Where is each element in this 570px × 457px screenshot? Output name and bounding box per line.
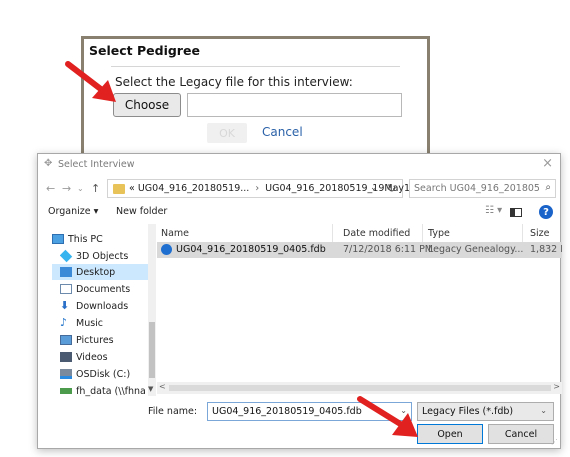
sidebar-item-label: Videos xyxy=(76,351,108,363)
divider xyxy=(111,66,400,67)
chevron-down-icon[interactable]: ⌄ xyxy=(370,183,378,193)
up-arrow-icon[interactable]: ↑ xyxy=(91,182,100,195)
chevron-down-icon: ⌄ xyxy=(540,406,547,415)
file-list: ^ Name Date modified Type Size UG04_916_… xyxy=(157,224,562,396)
column-header-type[interactable]: Type xyxy=(428,224,523,242)
close-icon[interactable]: × xyxy=(542,156,553,171)
column-label: Name xyxy=(161,228,190,239)
sidebar-item-label: This PC xyxy=(68,233,103,245)
sidebar-item-desktop[interactable]: Desktop xyxy=(52,264,148,280)
overflow-chevron[interactable]: « xyxy=(129,183,135,194)
select-pedigree-dialog: Select Pedigree Select the Legacy file f… xyxy=(81,36,430,162)
help-icon[interactable]: ? xyxy=(539,205,553,219)
scroll-right-arrow-icon[interactable]: > xyxy=(553,382,560,391)
column-header-size[interactable]: Size xyxy=(530,224,562,242)
select-interview-dialog: ✥ Select Interview × ← → ⌄ ↑ « UG04_916_… xyxy=(37,153,562,449)
desktop-icon xyxy=(60,267,72,277)
network-drive-icon xyxy=(60,388,72,394)
forward-arrow-icon[interactable]: → xyxy=(62,182,71,195)
computer-icon xyxy=(52,234,64,244)
sidebar-item-label: Documents xyxy=(76,283,131,295)
open-button[interactable]: Open xyxy=(417,424,483,444)
refresh-icon[interactable]: ↻ xyxy=(387,182,396,195)
sidebar-item-label: fh_data (\\fhnas xyxy=(76,385,146,397)
cancel-link[interactable]: Cancel xyxy=(262,125,303,139)
ok-button[interactable]: OK xyxy=(207,123,247,143)
scrollbar-thumb[interactable] xyxy=(169,385,551,391)
cube-icon xyxy=(60,249,73,263)
legacy-file-field[interactable] xyxy=(187,93,402,117)
file-type-select[interactable]: Legacy Files (*.fdb) ⌄ xyxy=(417,402,554,421)
sort-caret-icon: ^ xyxy=(244,224,252,230)
sidebar-item-label: 3D Objects xyxy=(76,250,129,262)
horizontal-scrollbar[interactable]: < > xyxy=(157,382,562,394)
sidebar-item-fh-data[interactable]: fh_data (\\fhnas xyxy=(60,383,146,399)
chevron-down-icon[interactable]: ⌄ xyxy=(400,406,407,415)
drive-icon xyxy=(60,369,72,379)
organize-menu[interactable]: Organize ▾ xyxy=(48,206,98,217)
file-date-cell: 7/12/2018 6:11 PM xyxy=(343,244,434,255)
search-placeholder: Search UG04_916_20180519_1... xyxy=(414,183,539,194)
video-icon xyxy=(60,352,72,362)
sidebar-item-label: Music xyxy=(76,317,104,329)
search-icon: ⌕ xyxy=(545,182,551,193)
file-name-value: UG04_916_20180519_0405.fdb xyxy=(212,406,362,417)
prompt-text: Select the Legacy file for this intervie… xyxy=(115,75,353,89)
window-title: Select Interview xyxy=(58,159,135,170)
column-header-date[interactable]: Date modified xyxy=(343,224,423,242)
pictures-icon xyxy=(60,335,72,345)
preview-pane-icon[interactable] xyxy=(510,208,522,217)
sidebar-item-label: Pictures xyxy=(76,334,114,346)
column-header-name[interactable]: ^ Name xyxy=(157,224,333,242)
sidebar-item-label: Downloads xyxy=(76,300,129,312)
cancel-button[interactable]: Cancel xyxy=(488,424,554,444)
search-input[interactable]: Search UG04_916_20180519_1... ⌕ xyxy=(409,179,556,198)
sidebar-item-this-pc[interactable]: This PC xyxy=(52,231,160,247)
table-row[interactable]: UG04_916_20180519_0405.fdb 7/12/2018 6:1… xyxy=(157,242,562,258)
scroll-down-arrow-icon[interactable]: ▼ xyxy=(148,385,153,393)
recent-chevron-icon[interactable]: ⌄ xyxy=(77,184,84,193)
file-name-cell: UG04_916_20180519_0405.fdb xyxy=(176,244,326,255)
file-name-input[interactable]: UG04_916_20180519_0405.fdb ⌄ xyxy=(207,402,412,421)
file-type-cell: Legacy Genealogy... xyxy=(428,244,524,255)
scrollbar-thumb[interactable] xyxy=(149,322,155,378)
view-options-icon[interactable]: ☷ ▾ xyxy=(485,205,502,216)
back-arrow-icon[interactable]: ← xyxy=(46,182,55,195)
download-icon: ⬇ xyxy=(60,299,70,312)
music-icon: ♪ xyxy=(60,316,68,329)
choose-button[interactable]: Choose xyxy=(113,93,181,117)
breadcrumb-separator: › xyxy=(255,183,260,194)
navigation-pane-scrollbar[interactable]: ▼ xyxy=(148,224,156,396)
sidebar-item-label: OSDisk (C:) xyxy=(76,368,131,380)
title-bar: ✥ Select Interview × xyxy=(38,154,560,176)
command-bar: Organize ▾ New folder ☷ ▾ ? xyxy=(38,202,560,224)
folder-icon xyxy=(113,184,125,194)
file-type-value: Legacy Files (*.fdb) xyxy=(422,406,514,417)
document-icon xyxy=(60,284,72,294)
file-size-cell: 1,832 KB xyxy=(530,244,562,255)
breadcrumb-item-parent[interactable]: UG04_916_20180519... xyxy=(138,183,249,194)
address-bar[interactable]: « UG04_916_20180519... › UG04_916_201805… xyxy=(107,179,416,198)
legacy-file-icon xyxy=(161,244,172,255)
new-folder-button[interactable]: New folder xyxy=(116,206,167,217)
scroll-left-arrow-icon[interactable]: < xyxy=(159,382,166,391)
sidebar-item-label: Desktop xyxy=(76,266,116,278)
resize-grip-icon[interactable]: ⋰ xyxy=(551,438,558,446)
navigation-pane: This PC 3D Objects Desktop Documents ⬇ D… xyxy=(38,224,156,399)
dialog-title: Select Pedigree xyxy=(89,43,200,58)
file-name-label: File name: xyxy=(148,406,198,417)
app-icon: ✥ xyxy=(44,158,53,169)
navigation-bar: ← → ⌄ ↑ « UG04_916_20180519... › UG04_91… xyxy=(38,176,560,202)
